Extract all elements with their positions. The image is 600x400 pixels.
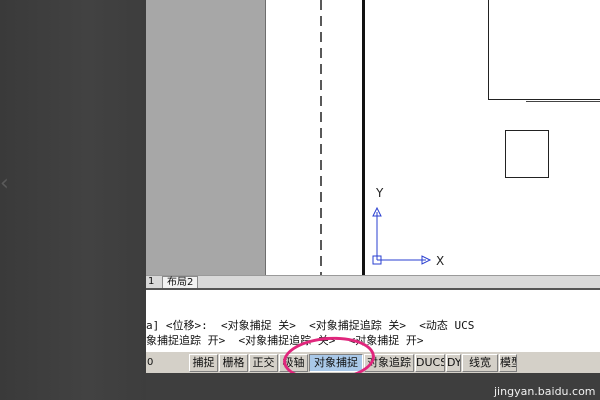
status-bar: 0 捕捉 栅格 正交 极轴 对象捕捉 对象追踪 DUCS DYN 线宽 模型 — [146, 351, 600, 373]
drawing-underline — [526, 101, 600, 102]
ortho-button[interactable]: 正交 — [249, 354, 278, 372]
object-track-button[interactable]: 对象追踪 — [364, 354, 414, 372]
screenshot: ‹ Y X 1 布局2 a] <位移>: <对象捕捉 关> <对象捕捉追踪 关>… — [0, 0, 600, 400]
drawing-viewport[interactable]: Y X — [146, 0, 600, 275]
model-button[interactable]: 模型 — [499, 354, 517, 372]
command-history-line: a] <位移>: <对象捕捉 关> <对象捕捉追踪 关> <动态 UCS — [146, 319, 475, 332]
command-window[interactable]: a] <位移>: <对象捕捉 关> <对象捕捉追踪 关> <动态 UCS 象捕捉… — [146, 288, 600, 351]
snap-button[interactable]: 捕捉 — [189, 354, 218, 372]
dyn-button[interactable]: DYN — [446, 354, 461, 372]
dashed-centerline — [320, 0, 322, 275]
watermark-text: jingyan.baidu.com — [494, 385, 596, 398]
left-dark-margin: ‹ — [0, 0, 146, 400]
polar-button[interactable]: 极轴 — [279, 354, 308, 372]
coordinate-readout: 0 — [147, 357, 154, 368]
ucs-y-label: Y — [376, 186, 384, 200]
lineweight-button[interactable]: 线宽 — [462, 354, 498, 372]
object-snap-button[interactable]: 对象捕捉 — [309, 354, 363, 372]
layout-tabs-bar: 1 布局2 — [146, 275, 600, 288]
ucs-x-label: X — [436, 254, 445, 268]
thick-wall-line — [362, 0, 365, 275]
drawing-rectangle — [488, 0, 600, 100]
tab-layout2[interactable]: 布局2 — [162, 276, 199, 288]
tab-layout1[interactable]: 1 — [146, 276, 156, 288]
ducs-button[interactable]: DUCS — [415, 354, 445, 372]
command-history-line: 象捕捉追踪 开> <对象捕捉追踪 关> <对象捕捉 开> — [146, 334, 424, 347]
chevron-left-icon: ‹ — [0, 171, 9, 196]
drawing-square — [505, 130, 549, 178]
grid-button[interactable]: 栅格 — [219, 354, 248, 372]
paper-outside-region — [146, 0, 265, 275]
paper-edge-line — [265, 0, 266, 275]
